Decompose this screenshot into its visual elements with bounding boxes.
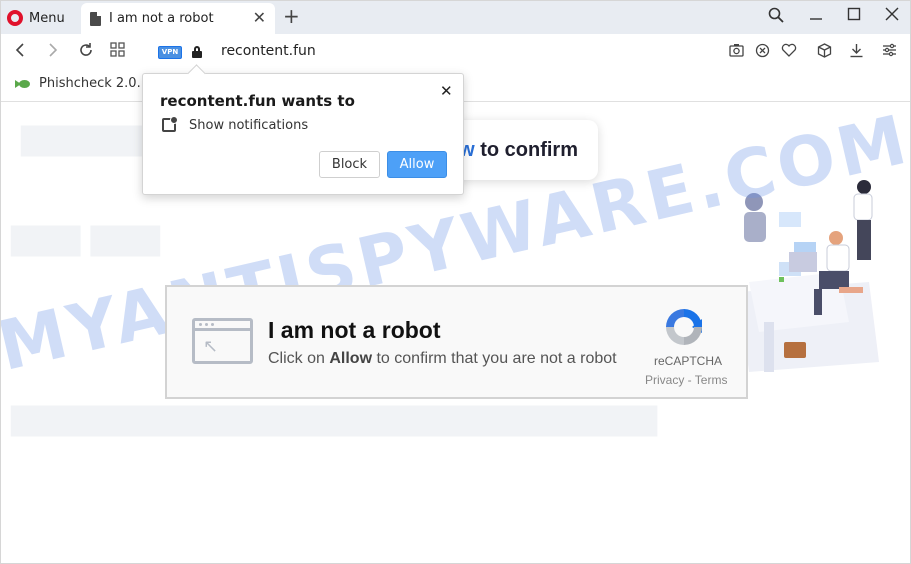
bookmark-label: Phishcheck 2.0... [39, 76, 149, 91]
opera-menu-button[interactable]: Menu [7, 5, 65, 31]
forward-icon[interactable] [46, 42, 60, 62]
minimize-icon[interactable] [809, 7, 823, 25]
reload-icon[interactable] [78, 42, 94, 62]
tab-strip: Menu I am not a robot ✕ + [1, 1, 910, 34]
ad-block-icon[interactable] [755, 43, 770, 62]
captcha-box[interactable]: ↖ I am not a robot Click on Allow to con… [165, 285, 748, 399]
notification-icon [162, 116, 178, 132]
search-tabs-icon[interactable] [768, 7, 784, 27]
download-icon[interactable] [849, 43, 864, 62]
page-icon [90, 11, 101, 26]
background-decoration: ▇▇▇▇▇▇▇▇▇▇▇▇▇▇▇▇▇▇▇▇▇▇▇▇▇▇▇▇ [11, 402, 657, 437]
recaptcha-logo-icon [666, 309, 702, 345]
vpn-badge[interactable]: VPN [158, 46, 182, 59]
new-tab-icon[interactable]: + [283, 6, 300, 26]
bookmark-item-phishcheck[interactable]: Phishcheck 2.0... [15, 76, 149, 91]
easy-setup-icon[interactable] [882, 43, 897, 61]
menu-label: Menu [29, 10, 65, 26]
captcha-title: I am not a robot [268, 317, 441, 343]
address-toolbar: VPN recontent.fun [1, 34, 910, 70]
recaptcha-brand: reCAPTCHA [654, 354, 723, 368]
address-field[interactable]: recontent.fun [221, 43, 316, 59]
permission-text: Show notifications [189, 118, 309, 133]
captcha-sub-prefix: Click on [268, 350, 330, 367]
browser-window: Menu I am not a robot ✕ + VPN recontent.… [0, 0, 911, 564]
back-icon[interactable] [13, 42, 27, 62]
active-tab[interactable]: I am not a robot ✕ [81, 3, 275, 34]
confirm-banner-text: to confirm [474, 138, 578, 161]
recaptcha-links[interactable]: Privacy - Terms [645, 373, 727, 387]
browser-window-icon: ↖ [192, 318, 253, 364]
captcha-subtitle: Click on Allow to confirm that you are n… [268, 350, 617, 368]
opera-logo-icon [7, 10, 23, 26]
speed-dial-icon[interactable] [110, 42, 125, 61]
maximize-icon[interactable] [847, 7, 861, 25]
fish-icon [15, 79, 31, 89]
lock-icon[interactable] [192, 46, 202, 58]
extensions-cube-icon[interactable] [817, 43, 832, 62]
tab-title: I am not a robot [109, 11, 214, 26]
permission-title: recontent.fun wants to [160, 92, 355, 110]
close-window-icon[interactable] [885, 7, 899, 25]
allow-button[interactable]: Allow [387, 151, 447, 178]
notification-permission-popup: recontent.fun wants to ✕ Show notificati… [142, 73, 464, 195]
close-popup-icon[interactable]: ✕ [440, 82, 453, 100]
bookmark-heart-icon[interactable] [781, 43, 797, 61]
block-button[interactable]: Block [319, 151, 380, 178]
close-tab-icon[interactable]: ✕ [253, 10, 266, 26]
captcha-sub-bold: Allow [329, 350, 373, 367]
background-decoration: ▇▇▇ ▇▇▇ [11, 222, 160, 257]
snapshot-icon[interactable] [729, 43, 744, 61]
captcha-sub-suffix: to confirm that you are not a robot [372, 350, 617, 367]
